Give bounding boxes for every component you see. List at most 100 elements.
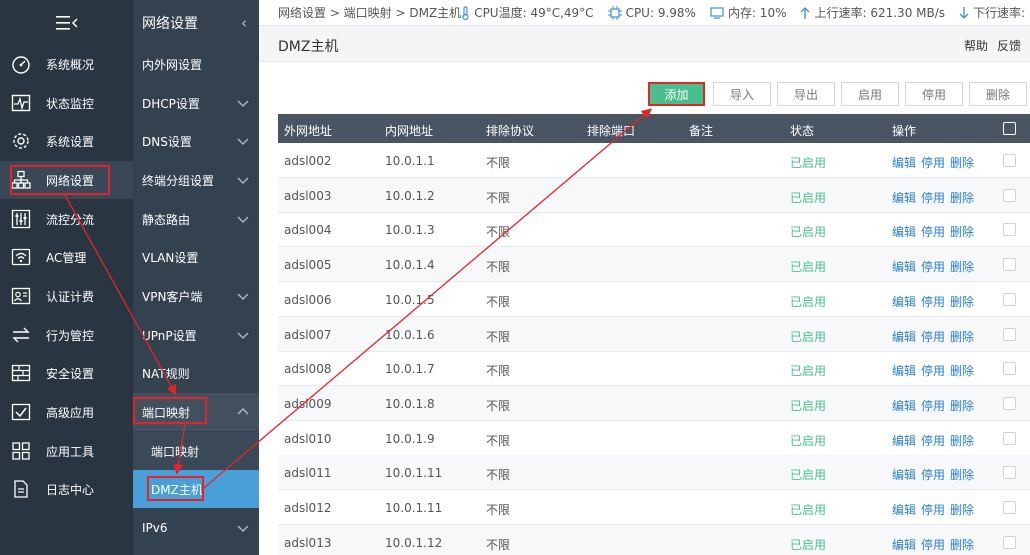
edit-link[interactable]: 编辑 — [892, 328, 916, 345]
edit-link[interactable]: 编辑 — [892, 293, 916, 310]
row-checkbox[interactable] — [1003, 223, 1016, 237]
subnav-item-vlan[interactable]: VLAN设置 — [133, 238, 259, 276]
subnav-item-dns[interactable]: DNS设置 — [133, 122, 259, 160]
table-row[interactable]: adsl003 10.0.1.2 不限 已启用 编辑 停用 删除 — [278, 177, 1030, 213]
disable-link[interactable]: 停用 — [921, 328, 945, 345]
table-row[interactable]: adsl013 10.0.1.12 不限 已启用 编辑 停用 删除 — [278, 524, 1030, 555]
sidebar-item-advanced[interactable]: 高级应用 — [0, 393, 133, 431]
table-row[interactable]: adsl004 10.0.1.3 不限 已启用 编辑 停用 删除 — [278, 212, 1030, 248]
disable-link[interactable]: 停用 — [921, 362, 945, 379]
disable-link[interactable]: 停用 — [921, 258, 945, 275]
column-header-lan[interactable]: 内网地址 — [385, 122, 433, 139]
disable-button[interactable]: 停用 — [905, 82, 963, 106]
subnav-item-ipv6[interactable]: IPv6 — [133, 509, 259, 547]
select-all-checkbox[interactable] — [1003, 122, 1016, 135]
table-row[interactable]: adsl006 10.0.1.5 不限 已启用 编辑 停用 删除 — [278, 282, 1030, 317]
delete-link[interactable]: 删除 — [950, 362, 974, 379]
delete-link[interactable]: 删除 — [950, 466, 974, 483]
row-checkbox[interactable] — [1003, 466, 1016, 480]
subnav-item-dhcp[interactable]: DHCP设置 — [133, 84, 259, 122]
sidebar-item-monitor[interactable]: 状态监控 — [0, 84, 133, 122]
subnav-item-terminal-group[interactable]: 终端分组设置 — [133, 161, 259, 199]
row-checkbox[interactable] — [1003, 396, 1016, 410]
disable-link[interactable]: 停用 — [921, 397, 945, 414]
disable-link[interactable]: 停用 — [921, 293, 945, 310]
help-link[interactable]: 帮助 — [964, 39, 988, 53]
delete-link[interactable]: 删除 — [950, 154, 974, 171]
column-header-wan[interactable]: 外网地址 — [284, 122, 332, 139]
sidebar-item-overview[interactable]: 系统概况 — [0, 45, 133, 83]
sidebar-item-behavior[interactable]: 行为管控 — [0, 316, 133, 354]
row-checkbox[interactable] — [1003, 431, 1016, 445]
menu-toggle[interactable] — [0, 0, 133, 45]
table-row[interactable]: adsl011 10.0.1.11 不限 已启用 编辑 停用 删除 — [278, 455, 1030, 491]
delete-link[interactable]: 删除 — [950, 432, 974, 449]
edit-link[interactable]: 编辑 — [892, 536, 916, 553]
edit-link[interactable]: 编辑 — [892, 397, 916, 414]
export-button[interactable]: 导出 — [777, 82, 835, 106]
subnav-item-wan-lan[interactable]: 内外网设置 — [133, 45, 259, 83]
table-row[interactable]: adsl008 10.0.1.7 不限 已启用 编辑 停用 删除 — [278, 351, 1030, 387]
table-row[interactable]: adsl010 10.0.1.9 不限 已启用 编辑 停用 删除 — [278, 421, 1030, 456]
delete-link[interactable]: 删除 — [950, 293, 974, 310]
import-button[interactable]: 导入 — [713, 82, 771, 106]
disable-link[interactable]: 停用 — [921, 432, 945, 449]
delete-link[interactable]: 删除 — [950, 397, 974, 414]
row-checkbox[interactable] — [1003, 292, 1016, 306]
table-row[interactable]: adsl002 10.0.1.1 不限 已启用 编辑 停用 删除 — [278, 143, 1030, 178]
sidebar-item-traffic[interactable]: 流控分流 — [0, 200, 133, 238]
column-header-note[interactable]: 备注 — [689, 122, 713, 139]
row-checkbox[interactable] — [1003, 188, 1016, 202]
feedback-link[interactable]: 反馈 — [997, 39, 1021, 53]
column-header-protocol[interactable]: 排除协议 — [486, 122, 534, 139]
sidebar-item-logs[interactable]: 日志中心 — [0, 470, 133, 508]
table-row[interactable]: adsl005 10.0.1.4 不限 已启用 编辑 停用 删除 — [278, 247, 1030, 283]
edit-link[interactable]: 编辑 — [892, 466, 916, 483]
delete-link[interactable]: 删除 — [950, 501, 974, 518]
subnav-item-static-route[interactable]: 静态路由 — [133, 200, 259, 238]
chevron-left-icon[interactable]: ‹ — [241, 14, 247, 32]
disable-link[interactable]: 停用 — [921, 501, 945, 518]
edit-link[interactable]: 编辑 — [892, 362, 916, 379]
table-row[interactable]: adsl007 10.0.1.6 不限 已启用 编辑 停用 删除 — [278, 316, 1030, 352]
sidebar-item-security[interactable]: 安全设置 — [0, 354, 133, 392]
row-checkbox[interactable] — [1003, 501, 1016, 514]
delete-button[interactable]: 删除 — [969, 82, 1027, 106]
sidebar-item-ac[interactable]: AC管理 — [0, 238, 133, 276]
subnav-item-upnp[interactable]: UPnP设置 — [133, 316, 259, 354]
row-checkbox[interactable] — [1003, 154, 1016, 167]
disable-link[interactable]: 停用 — [921, 223, 945, 240]
subnav-item-nat[interactable]: NAT规则 — [133, 354, 259, 392]
column-header-status[interactable]: 状态 — [790, 122, 814, 139]
edit-link[interactable]: 编辑 — [892, 501, 916, 518]
column-header-port[interactable]: 排除端口 — [587, 122, 635, 139]
table-row[interactable]: adsl009 10.0.1.8 不限 已启用 编辑 停用 删除 — [278, 385, 1030, 421]
add-button[interactable]: 添加 — [648, 82, 705, 106]
edit-link[interactable]: 编辑 — [892, 189, 916, 206]
disable-link[interactable]: 停用 — [921, 154, 945, 171]
delete-link[interactable]: 删除 — [950, 223, 974, 240]
subnav-subitem-port-mapping[interactable]: 端口映射 — [133, 432, 259, 470]
delete-link[interactable]: 删除 — [950, 189, 974, 206]
row-checkbox[interactable] — [1003, 258, 1016, 272]
disable-link[interactable]: 停用 — [921, 189, 945, 206]
edit-link[interactable]: 编辑 — [892, 154, 916, 171]
sidebar-item-auth[interactable]: 认证计费 — [0, 277, 133, 315]
table-row[interactable]: adsl012 10.0.1.11 不限 已启用 编辑 停用 删除 — [278, 490, 1030, 525]
delete-link[interactable]: 删除 — [950, 328, 974, 345]
row-checkbox[interactable] — [1003, 362, 1016, 376]
sidebar-item-tools[interactable]: 应用工具 — [0, 432, 133, 470]
delete-link[interactable]: 删除 — [950, 536, 974, 553]
disable-link[interactable]: 停用 — [921, 536, 945, 553]
edit-link[interactable]: 编辑 — [892, 258, 916, 275]
edit-link[interactable]: 编辑 — [892, 223, 916, 240]
disable-link[interactable]: 停用 — [921, 466, 945, 483]
edit-link[interactable]: 编辑 — [892, 432, 916, 449]
row-checkbox[interactable] — [1003, 327, 1016, 341]
menu-collapse-icon[interactable] — [55, 15, 78, 31]
delete-link[interactable]: 删除 — [950, 258, 974, 275]
subnav-item-vpn-client[interactable]: VPN客户端 — [133, 277, 259, 315]
enable-button[interactable]: 启用 — [841, 82, 899, 106]
row-checkbox[interactable] — [1003, 535, 1016, 549]
sidebar-item-system[interactable]: 系统设置 — [0, 122, 133, 160]
